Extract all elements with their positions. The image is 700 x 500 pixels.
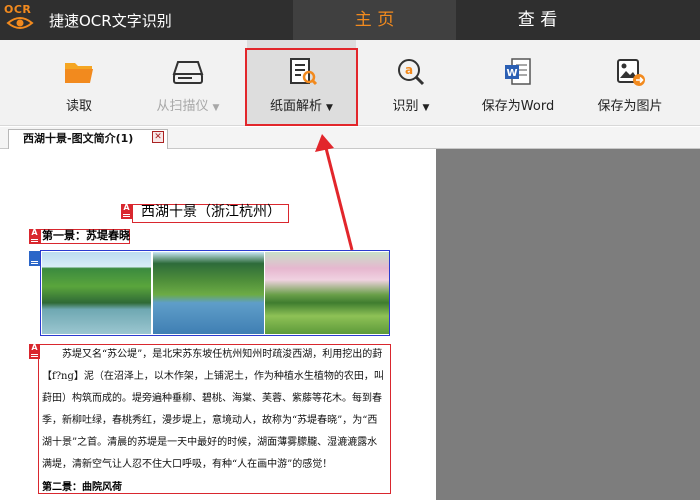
annotation-arrow bbox=[315, 134, 354, 251]
